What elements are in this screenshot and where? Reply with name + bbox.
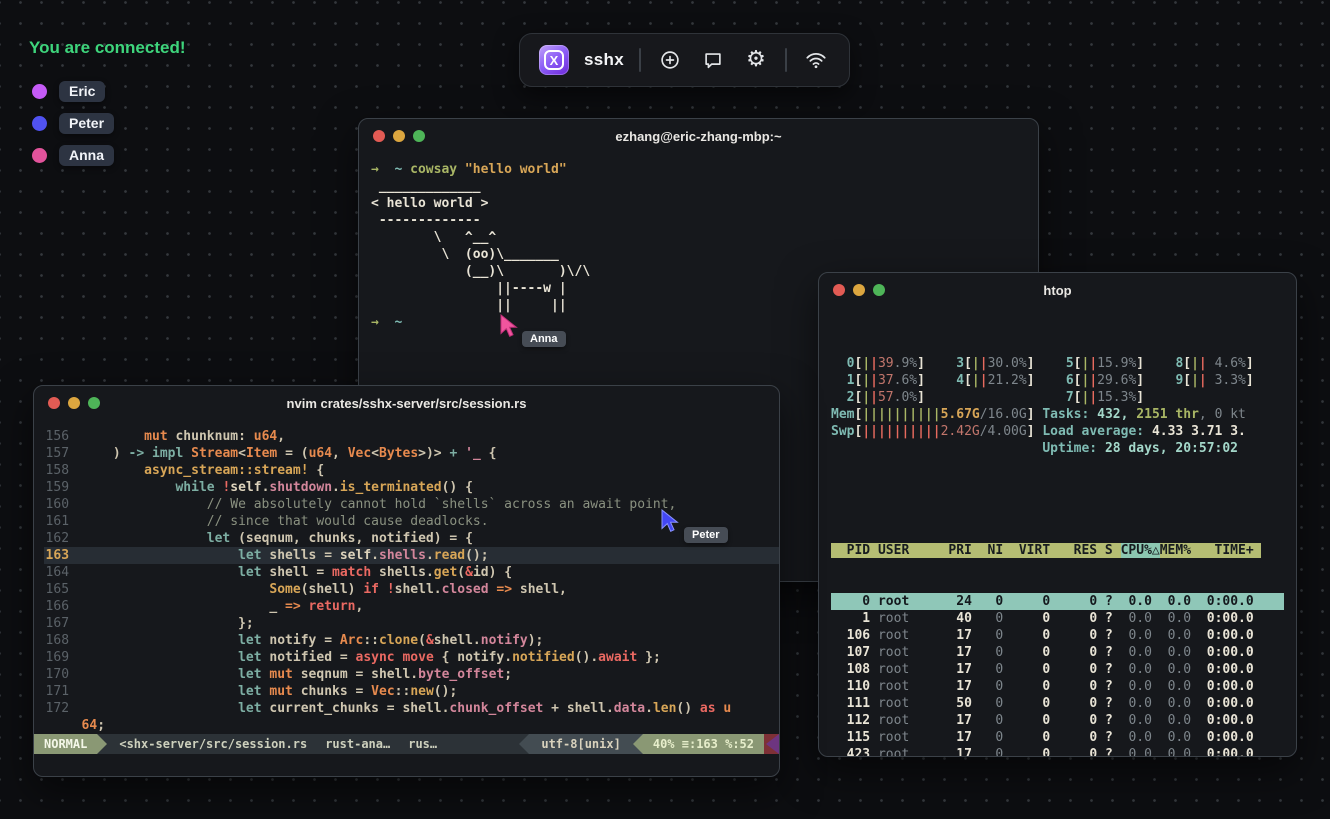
nvim-titlebar[interactable]: nvim crates/sshx-server/src/session.rs bbox=[34, 386, 779, 420]
window-controls bbox=[833, 284, 885, 296]
chat-icon bbox=[702, 49, 724, 71]
toolbar-divider bbox=[784, 48, 787, 72]
statusline-filename: <shx-server/src/session.rs bbox=[119, 737, 308, 751]
user-name-badge: Peter bbox=[59, 113, 115, 134]
terminal-title: ezhang@eric-zhang-mbp:~ bbox=[615, 128, 782, 144]
logo-letter: X bbox=[549, 52, 559, 68]
close-window-icon[interactable] bbox=[48, 397, 60, 409]
statusline-separator bbox=[97, 734, 108, 754]
user-presence: Peter bbox=[32, 112, 115, 135]
user-color-dot bbox=[32, 84, 47, 99]
statusline-file-section: <shx-server/src/session.rs rust-ana… rus… bbox=[107, 734, 520, 754]
plus-circle-icon bbox=[659, 49, 681, 71]
statusline-separator bbox=[632, 734, 643, 754]
window-controls bbox=[373, 130, 425, 142]
htop-title: htop bbox=[1043, 282, 1072, 298]
zoom-window-icon[interactable] bbox=[413, 130, 425, 142]
minimize-window-icon[interactable] bbox=[393, 130, 405, 142]
app-canvas: You are connected! Eric Peter Anna X ssh… bbox=[0, 0, 1330, 819]
app-name: sshx bbox=[584, 50, 624, 69]
settings-button[interactable]: ⚙ bbox=[742, 46, 770, 74]
statusline-separator bbox=[519, 734, 530, 754]
chat-button[interactable] bbox=[699, 46, 727, 74]
nvim-window[interactable]: nvim crates/sshx-server/src/session.rs 1… bbox=[33, 385, 780, 777]
toolbar-divider bbox=[638, 48, 641, 72]
new-terminal-button[interactable] bbox=[656, 46, 684, 74]
window-controls bbox=[48, 397, 100, 409]
htop-table-header[interactable]: PID USER PRI NI VIRT RES S CPU%△MEM% TIM… bbox=[831, 542, 1284, 559]
user-name-badge: Eric bbox=[59, 81, 106, 102]
remote-cursor-peter bbox=[659, 508, 681, 539]
terminal-titlebar[interactable]: ezhang@eric-zhang-mbp:~ bbox=[359, 119, 1038, 153]
toolbar: X sshx ⚙ bbox=[519, 33, 850, 87]
user-list: Eric Peter Anna bbox=[32, 80, 115, 167]
htop-titlebar[interactable]: htop bbox=[819, 273, 1296, 307]
htop-process-table[interactable]: 0 root 24 0 0 0 ? 0.0 0.0 0:00.0 1 root … bbox=[831, 593, 1284, 756]
zoom-window-icon[interactable] bbox=[873, 284, 885, 296]
minimize-window-icon[interactable] bbox=[68, 397, 80, 409]
minimize-window-icon[interactable] bbox=[853, 284, 865, 296]
user-name-badge: Anna bbox=[59, 145, 114, 166]
wifi-icon bbox=[804, 49, 828, 71]
user-presence: Eric bbox=[32, 80, 114, 103]
zoom-window-icon[interactable] bbox=[88, 397, 100, 409]
gear-icon: ⚙ bbox=[746, 47, 766, 72]
close-window-icon[interactable] bbox=[373, 130, 385, 142]
cursor-label-anna: Anna bbox=[522, 331, 566, 347]
connection-status-button[interactable] bbox=[802, 46, 830, 74]
nvim-statusline: NORMAL <shx-server/src/session.rs rust-a… bbox=[34, 734, 779, 754]
statusline-encoding: utf-8[unix] bbox=[529, 734, 633, 754]
user-color-dot bbox=[32, 116, 47, 131]
statusline-lsp: rust-ana… bbox=[325, 737, 391, 751]
nvim-title: nvim crates/sshx-server/src/session.rs bbox=[286, 395, 527, 411]
htop-cpu-meters: 0[||39.9%] 3[||30.0%] 5[||15.9%] 8[|| 4.… bbox=[831, 356, 1254, 456]
user-presence: Anna bbox=[32, 144, 114, 167]
htop-window[interactable]: htop 0[||39.9%] 3[||30.0%] 5[||15.9%] 8[… bbox=[818, 272, 1297, 757]
statusline-end-cap bbox=[764, 734, 779, 754]
user-color-dot bbox=[32, 148, 47, 163]
connected-status: You are connected! bbox=[29, 38, 186, 57]
statusline-position: 40% ≡:163 %:52 bbox=[642, 734, 764, 754]
cursor-arrow-icon bbox=[661, 508, 679, 532]
cursor-label-peter: Peter bbox=[684, 527, 728, 543]
nvim-buffer[interactable]: 156 mut chunknum: u64, 157 ) -> impl Stre… bbox=[34, 420, 779, 734]
statusline-lsp2: rus… bbox=[408, 737, 438, 751]
sshx-logo: X bbox=[539, 45, 569, 75]
vim-mode-indicator: NORMAL bbox=[34, 734, 98, 754]
htop-screen[interactable]: 0[||39.9%] 3[||30.0%] 5[||15.9%] 8[|| 4.… bbox=[819, 307, 1296, 756]
remote-cursor-anna bbox=[498, 313, 520, 344]
close-window-icon[interactable] bbox=[833, 284, 845, 296]
cursor-arrow-icon bbox=[500, 313, 518, 337]
